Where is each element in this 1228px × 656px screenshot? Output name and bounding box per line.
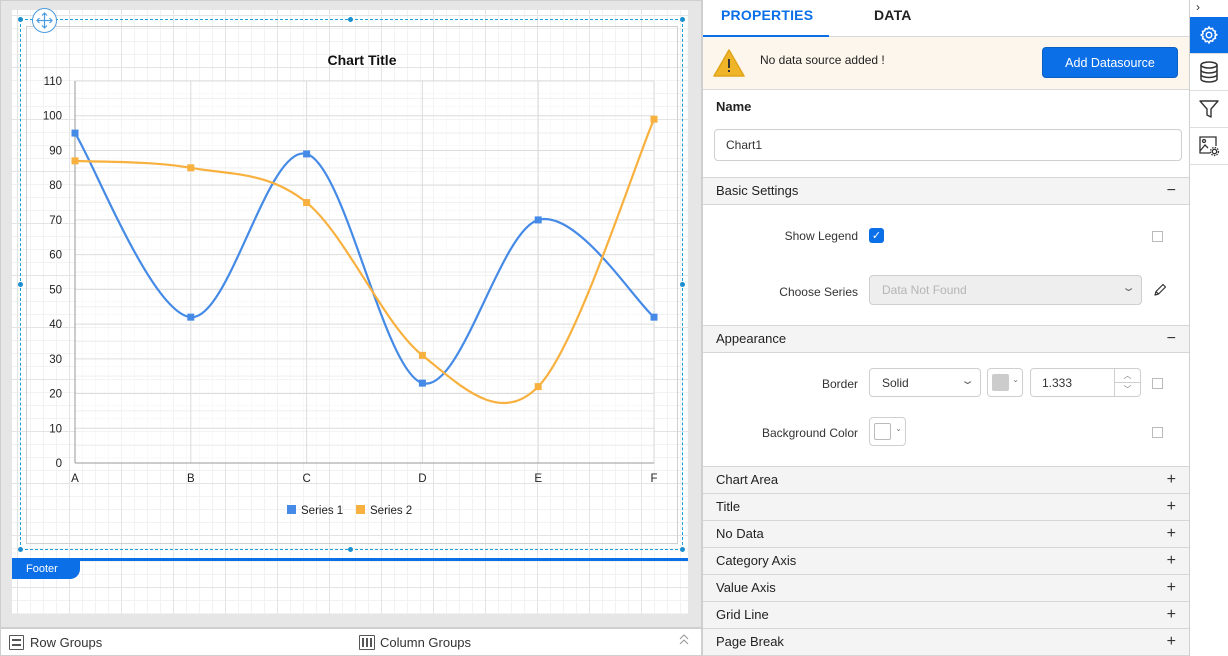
chevron-down-icon: ⌄	[960, 375, 975, 387]
database-icon	[1200, 61, 1218, 83]
name-input[interactable]	[714, 129, 1182, 161]
row-groups-icon	[9, 635, 24, 650]
filter-icon	[1199, 100, 1219, 118]
section-basic-settings[interactable]: Basic Settings −	[703, 177, 1190, 205]
collapse-icon[interactable]: −	[1167, 326, 1176, 352]
collapse-icon[interactable]: −	[1167, 178, 1176, 204]
show-legend-label: Show Legend	[784, 229, 858, 243]
name-label: Name	[716, 99, 752, 114]
show-legend-checkbox[interactable]: ✓	[869, 228, 884, 243]
properties-panel: PROPERTIES DATA No data source added ! A…	[702, 0, 1190, 656]
row-groups-label: Row Groups	[30, 635, 103, 650]
gear-icon	[1200, 25, 1219, 45]
chevron-down-icon: ⌄	[1012, 375, 1019, 384]
expand-icon[interactable]: +	[1167, 575, 1176, 601]
tab-data[interactable]: DATA	[874, 7, 912, 23]
pencil-edit-icon[interactable]	[1152, 282, 1168, 298]
chevron-down-icon: ⌄	[1121, 282, 1136, 294]
section-title: Value Axis	[716, 580, 776, 595]
column-groups-icon	[359, 635, 375, 650]
resize-handle-top-right[interactable]	[680, 17, 685, 22]
section-title: Category Axis	[716, 553, 797, 568]
section-title[interactable]: Title +	[703, 493, 1190, 521]
background-expression-checkbox[interactable]	[1152, 427, 1163, 438]
selection-border	[20, 19, 683, 550]
panel-icon-strip: ›	[1189, 0, 1228, 656]
section-title: Grid Line	[716, 607, 769, 622]
expand-icon[interactable]: +	[1167, 521, 1176, 547]
section-page-break[interactable]: Page Break +	[703, 628, 1190, 656]
alert-message: No data source added !	[760, 53, 885, 67]
resize-handle-bottom-right[interactable]	[680, 547, 685, 552]
section-title: No Data	[716, 526, 764, 541]
chevron-right-icon[interactable]: ›	[1196, 0, 1200, 14]
resize-handle-left[interactable]	[18, 282, 23, 287]
footer-divider	[12, 558, 688, 561]
section-no-data[interactable]: No Data +	[703, 520, 1190, 548]
image-settings-icon	[1199, 136, 1220, 157]
resize-handle-right[interactable]	[680, 282, 685, 287]
border-style-value: Solid	[882, 375, 909, 390]
expand-icon[interactable]: +	[1167, 602, 1176, 628]
column-groups-label: Column Groups	[380, 635, 472, 650]
background-color-picker[interactable]: ⌄	[869, 417, 906, 446]
group-bar: Row Groups Column Groups	[0, 628, 702, 656]
move-arrows-icon[interactable]	[32, 8, 57, 33]
strip-properties-button[interactable]	[1190, 17, 1228, 54]
section-chart-area[interactable]: Chart Area +	[703, 466, 1190, 494]
background-color-swatch	[874, 423, 891, 440]
strip-filter-button[interactable]	[1190, 91, 1228, 128]
panel-tabs: PROPERTIES DATA	[703, 0, 1189, 37]
chevron-down-icon: ⌄	[895, 424, 902, 433]
section-title: Title	[716, 499, 741, 514]
section-title: Chart Area	[716, 472, 779, 487]
border-style-dropdown[interactable]: Solid ⌄	[869, 368, 981, 397]
choose-series-label: Choose Series	[779, 285, 858, 299]
double-chevron-up-icon[interactable]	[679, 634, 689, 648]
expand-icon[interactable]: +	[1167, 548, 1176, 574]
strip-data-button[interactable]	[1190, 54, 1228, 91]
section-category-axis[interactable]: Category Axis +	[703, 547, 1190, 575]
section-title: Page Break	[716, 634, 784, 649]
section-title: Appearance	[716, 331, 787, 346]
expand-icon[interactable]: +	[1167, 467, 1176, 493]
section-title: Basic Settings	[716, 183, 799, 198]
border-label: Border	[821, 377, 858, 391]
border-width-value: 1.333	[1042, 376, 1073, 390]
border-color-picker[interactable]: ⌄	[987, 368, 1023, 397]
choose-series-placeholder: Data Not Found	[882, 283, 967, 297]
warning-icon	[713, 49, 745, 77]
tab-properties[interactable]: PROPERTIES	[721, 7, 813, 23]
row-groups-button[interactable]: Row Groups	[9, 635, 102, 650]
add-datasource-button[interactable]: Add Datasource	[1042, 47, 1178, 78]
expand-icon[interactable]: +	[1167, 629, 1176, 655]
strip-image-settings-button[interactable]	[1190, 128, 1228, 165]
section-grid-line[interactable]: Grid Line +	[703, 601, 1190, 629]
spin-down-icon[interactable]: ﹀	[1115, 383, 1140, 397]
choose-series-dropdown[interactable]: Data Not Found ⌄	[869, 275, 1142, 305]
no-datasource-alert: No data source added ! Add Datasource	[703, 37, 1189, 90]
expand-icon[interactable]: +	[1167, 494, 1176, 520]
show-legend-expression-checkbox[interactable]	[1152, 231, 1163, 242]
background-color-label: Background Color	[761, 426, 858, 440]
resize-handle-bottom-left[interactable]	[18, 547, 23, 552]
column-groups-button[interactable]: Column Groups	[359, 635, 471, 650]
resize-handle-top[interactable]	[348, 17, 353, 22]
footer-section-tab[interactable]: Footer	[12, 561, 80, 579]
border-width-input[interactable]: 1.333 ︿ ﹀	[1030, 368, 1141, 397]
border-expression-checkbox[interactable]	[1152, 378, 1163, 389]
section-value-axis[interactable]: Value Axis +	[703, 574, 1190, 602]
spin-up-icon[interactable]: ︿	[1115, 369, 1140, 383]
resize-handle-top-left[interactable]	[18, 17, 23, 22]
border-color-swatch	[992, 374, 1009, 391]
section-appearance[interactable]: Appearance −	[703, 325, 1190, 353]
resize-handle-bottom[interactable]	[348, 547, 353, 552]
